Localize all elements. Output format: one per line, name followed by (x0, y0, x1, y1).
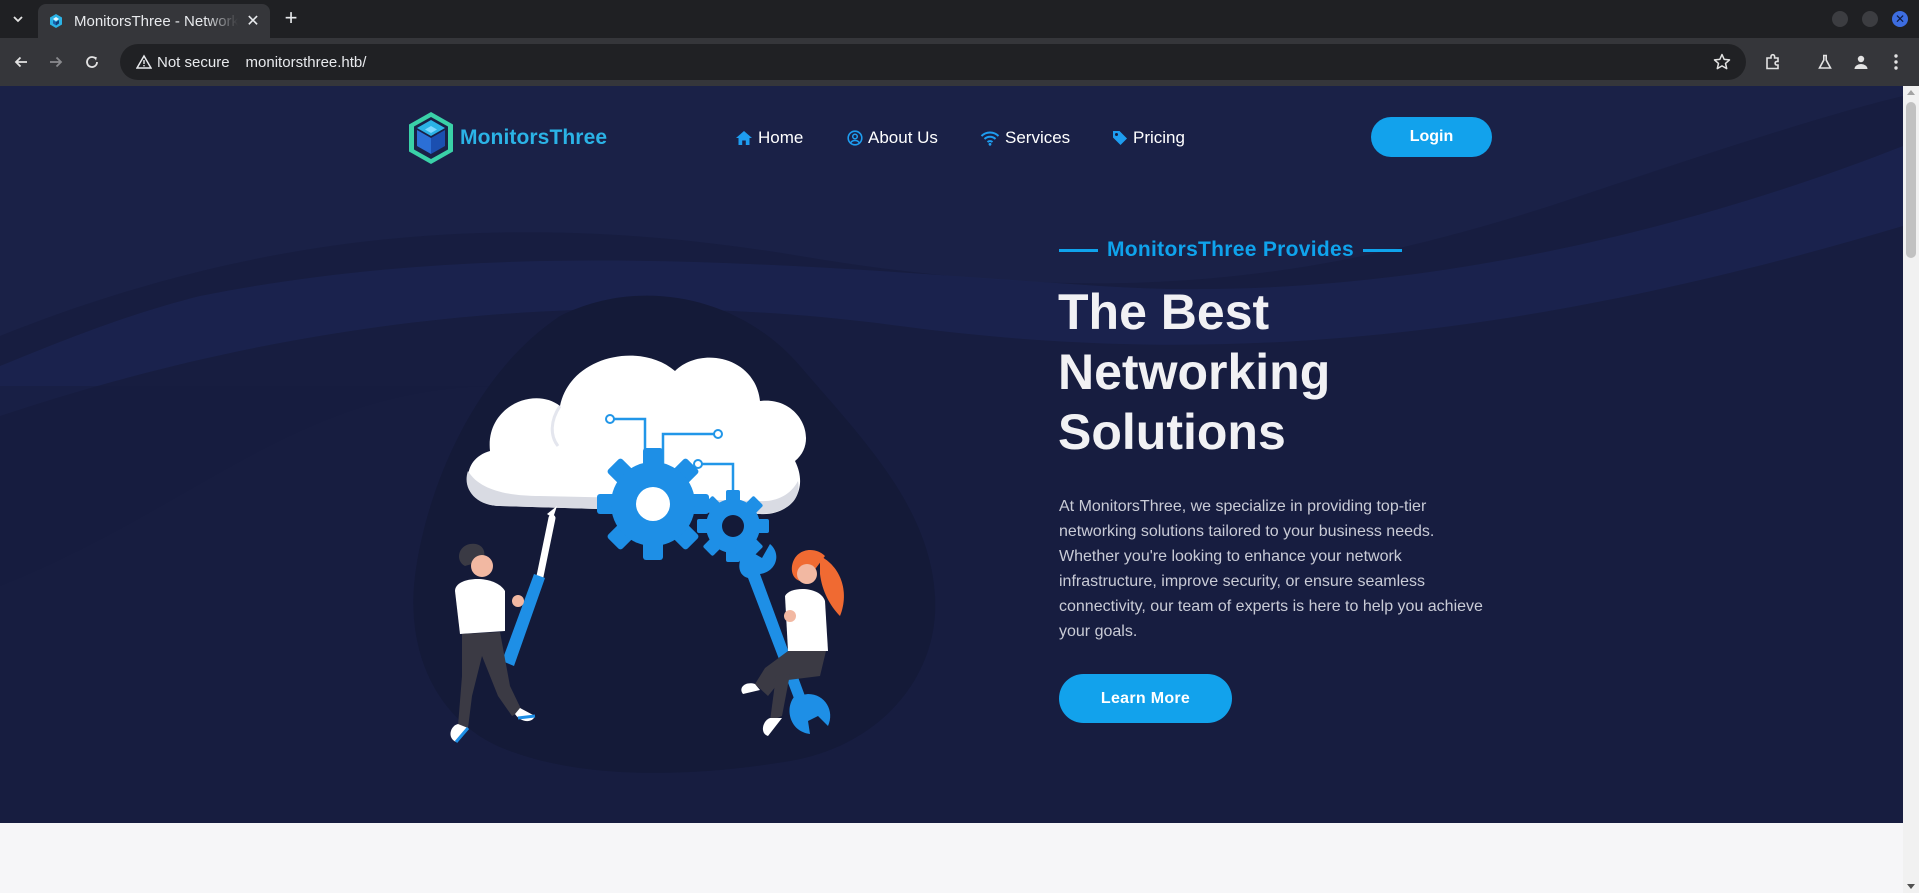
new-tab-plus-icon[interactable]: + (278, 7, 304, 31)
home-icon (736, 131, 752, 145)
nav-about-us[interactable]: About Us (847, 126, 938, 150)
window-minimize-button[interactable] (1832, 11, 1848, 27)
headline-line-1: The Best (1058, 284, 1270, 340)
eyebrow-left-rule (1059, 248, 1098, 252)
small-gear-icon (697, 490, 769, 562)
url-text: monitorsthree.htb/ (245, 53, 367, 71)
window-close-button[interactable]: ✕ (1892, 11, 1908, 27)
warning-triangle-icon (136, 54, 152, 69)
next-section-edge (0, 823, 1903, 893)
user-circle-icon (847, 130, 863, 146)
headline-line-2: Networking (1058, 344, 1331, 400)
login-button[interactable]: Login (1371, 117, 1492, 157)
logo-cube-icon (409, 112, 453, 164)
large-gear-icon (597, 448, 709, 560)
nav-home-label: Home (758, 128, 804, 147)
window-maximize-button[interactable] (1862, 11, 1878, 27)
browser-menu-kebab-icon[interactable] (1884, 50, 1908, 74)
hero-illustration (413, 295, 936, 773)
eyebrow-right-rule (1362, 248, 1402, 252)
scroll-down-arrow-icon[interactable] (1907, 884, 1915, 889)
nav-home[interactable]: Home (735, 126, 803, 150)
hero-headline: The Best Networking Solutions (1058, 282, 1538, 462)
learn-more-button[interactable]: Learn More (1059, 674, 1232, 723)
site-logo[interactable]: MonitorsThree (406, 110, 607, 166)
back-arrow-icon[interactable] (9, 50, 33, 74)
nav-about-label: About Us (868, 128, 938, 147)
forward-arrow-icon[interactable] (44, 50, 68, 74)
tab-close-icon[interactable]: ✕ (244, 11, 262, 31)
security-indicator[interactable]: Not secure (128, 48, 238, 76)
nav-pricing-label: Pricing (1133, 128, 1185, 147)
page-viewport: MonitorsThree Home About Us Services Pri… (0, 86, 1903, 893)
hero-eyebrow: MonitorsThree Provides (1059, 238, 1402, 262)
tab-search-chevron-icon[interactable] (6, 7, 30, 31)
browser-tab-bar: MonitorsThree - Networking Solutions ✕ +… (0, 0, 1919, 38)
browser-toolbar: Not secure monitorsthree.htb/ (0, 38, 1919, 86)
scroll-thumb[interactable] (1906, 102, 1916, 258)
wifi-icon (980, 131, 1000, 146)
bookmark-star-icon[interactable] (1712, 52, 1732, 77)
page-scrollbar[interactable] (1903, 86, 1919, 893)
eyebrow-text: MonitorsThree Provides (1107, 238, 1354, 261)
nav-services[interactable]: Services (980, 126, 1070, 150)
headline-line-3: Solutions (1058, 404, 1286, 460)
hero-section: MonitorsThree Home About Us Services Pri… (0, 86, 1903, 823)
profile-avatar-icon[interactable] (1849, 50, 1873, 74)
tab-title: MonitorsThree - Networking Solutions (74, 12, 238, 30)
tag-icon (1113, 131, 1127, 145)
labs-flask-icon[interactable] (1813, 50, 1837, 74)
logo-text: MonitorsThree (460, 126, 608, 149)
hero-background-waves (0, 86, 1903, 586)
address-bar[interactable]: Not secure monitorsthree.htb/ (120, 44, 1746, 80)
nav-pricing[interactable]: Pricing (1112, 126, 1185, 150)
extensions-puzzle-icon[interactable] (1761, 50, 1785, 74)
browser-tab-active[interactable]: MonitorsThree - Networking Solutions ✕ (38, 4, 270, 38)
scroll-up-arrow-icon[interactable] (1907, 90, 1915, 95)
reload-icon[interactable] (80, 50, 104, 74)
nav-services-label: Services (1005, 128, 1071, 147)
security-label: Not secure (157, 53, 230, 71)
hero-description: At MonitorsThree, we specialize in provi… (1059, 498, 1483, 640)
site-favicon-icon (50, 14, 62, 28)
